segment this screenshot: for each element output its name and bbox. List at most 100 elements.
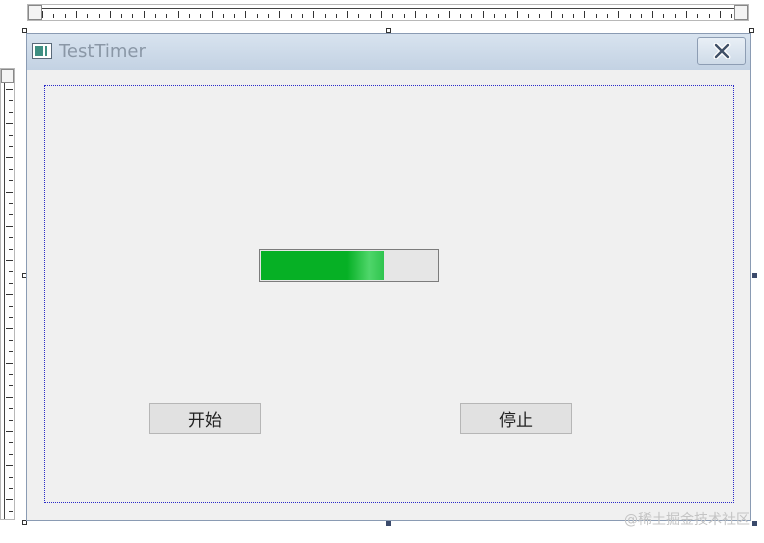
ruler-tick: [6, 157, 13, 158]
ruler-tick: [392, 14, 393, 18]
ruler-tick: [6, 363, 13, 364]
ruler-tick: [381, 11, 382, 18]
close-button[interactable]: [697, 37, 746, 65]
ruler-tick: [9, 511, 13, 512]
ruler-tick: [573, 14, 574, 18]
start-button[interactable]: 开始: [149, 403, 261, 434]
ruler-tick: [9, 214, 13, 215]
ruler-tick: [9, 146, 13, 147]
ruler-tick: [9, 180, 13, 181]
ruler-tick: [313, 11, 314, 18]
ruler-tick: [9, 351, 13, 352]
ruler-tick: [415, 11, 416, 18]
ruler-tick: [9, 283, 13, 284]
ruler-tick: [99, 14, 100, 18]
ruler-tick: [9, 100, 13, 101]
ruler-tick: [6, 192, 13, 193]
ruler-tick: [9, 420, 13, 421]
ruler-tick: [686, 11, 687, 18]
ruler-tick: [641, 14, 642, 18]
resize-handle-right[interactable]: [752, 273, 757, 278]
ruler-tick: [6, 431, 13, 432]
ruler-tick: [630, 14, 631, 18]
ruler-tick: [9, 477, 13, 478]
ruler-tick: [6, 89, 13, 90]
ruler-tick: [697, 14, 698, 18]
ruler-tick: [166, 14, 167, 18]
ruler-tick: [9, 135, 13, 136]
ruler-tick: [279, 11, 280, 18]
title-bar[interactable]: TestTimer: [27, 34, 750, 71]
ruler-tick: [291, 14, 292, 18]
ruler-tick: [618, 11, 619, 18]
ruler-tick: [438, 14, 439, 18]
ruler-tick: [65, 14, 66, 18]
window-app-icon: [32, 43, 52, 59]
ruler-tick: [9, 249, 13, 250]
ruler-right-endcap: [734, 5, 748, 20]
ruler-tick: [6, 397, 13, 398]
ruler-tick: [110, 11, 111, 18]
ruler-tick: [155, 14, 156, 18]
ruler-tick: [200, 14, 201, 18]
ruler-tick: [460, 14, 461, 18]
ruler-tick: [539, 14, 540, 18]
ruler-tick: [720, 11, 721, 18]
ruler-tick: [584, 11, 585, 18]
ruler-tick: [336, 14, 337, 18]
ruler-tick: [483, 11, 484, 18]
progress-bar[interactable]: [259, 249, 439, 282]
ruler-tick: [6, 328, 13, 329]
ruler-tick: [731, 14, 732, 18]
ruler-tick: [9, 374, 13, 375]
ruler-tick: [449, 11, 450, 18]
ruler-tick: [223, 14, 224, 18]
stop-button[interactable]: 停止: [460, 403, 572, 434]
ruler-tick: [9, 306, 13, 307]
ruler-tick: [9, 271, 13, 272]
ruler-tick: [9, 488, 13, 489]
ruler-tick: [426, 14, 427, 18]
ruler-tick: [9, 408, 13, 409]
ruler-tick: [178, 11, 179, 18]
ruler-tick: [652, 11, 653, 18]
ruler-tick: [9, 237, 13, 238]
ruler-tick: [9, 112, 13, 113]
ruler-tick: [562, 14, 563, 18]
ruler-tick: [6, 465, 13, 466]
resize-handle-bottom[interactable]: [386, 521, 391, 526]
ruler-tick: [42, 11, 43, 18]
window-title: TestTimer: [59, 41, 146, 62]
ruler-tick: [257, 14, 258, 18]
ruler-tick: [9, 340, 13, 341]
resize-handle-bottom-right[interactable]: [752, 521, 757, 526]
ruler-tick: [302, 14, 303, 18]
ruler-tick: [9, 317, 13, 318]
ruler-tick: [53, 14, 54, 18]
ruler-left-line: [1, 69, 5, 519]
ruler-tick: [6, 123, 13, 124]
ruler-tick: [9, 203, 13, 204]
ruler-tick: [234, 14, 235, 18]
ruler-top-endcap: [1, 69, 14, 83]
horizontal-ruler: [27, 4, 749, 21]
ruler-tick: [9, 169, 13, 170]
ruler-left-endcap: [28, 5, 42, 20]
ruler-tick: [6, 294, 13, 295]
vertical-ruler: [0, 68, 15, 520]
ruler-tick: [663, 14, 664, 18]
watermark: @稀土掘金技术社区: [624, 512, 750, 528]
ruler-tick: [76, 11, 77, 18]
ruler-tick: [9, 454, 13, 455]
ruler-tick: [9, 385, 13, 386]
close-icon: [713, 43, 730, 59]
form-client-area: 开始 停止: [27, 70, 750, 520]
ruler-top-line: [28, 5, 748, 9]
ruler-tick: [6, 226, 13, 227]
ruler-tick: [6, 260, 13, 261]
ruler-tick: [347, 11, 348, 18]
ruler-tick: [528, 14, 529, 18]
ruler-tick: [404, 14, 405, 18]
ruler-tick: [268, 14, 269, 18]
ruler-tick: [245, 11, 246, 18]
